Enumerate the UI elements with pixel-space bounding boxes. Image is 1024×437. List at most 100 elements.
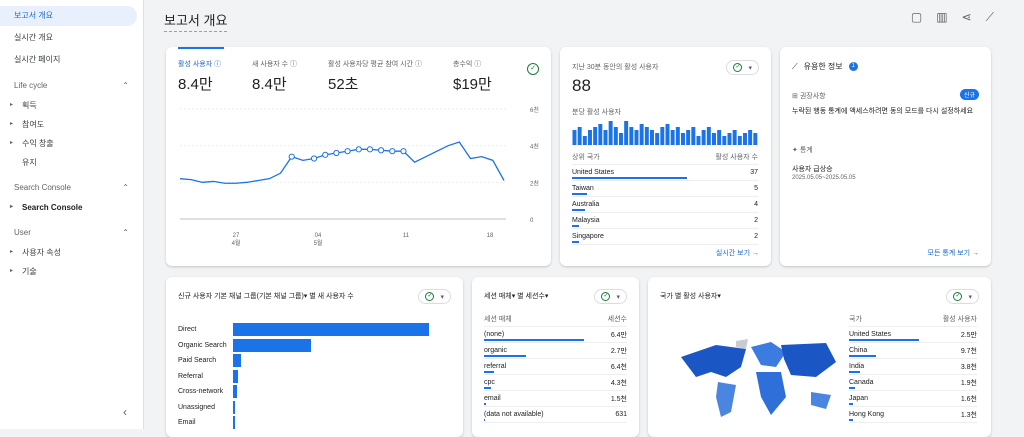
- nav-tech[interactable]: ▸ 기술: [0, 262, 143, 281]
- channel-title[interactable]: 신규 사용자 기본 채널 그룹(기본 채널 그룹)▾ 별 새 사용자 수: [178, 291, 354, 301]
- minute-bar: [572, 130, 577, 145]
- row-bar: [484, 371, 494, 373]
- row-bar: [849, 355, 877, 357]
- row-value: 5: [754, 185, 758, 192]
- channel-row[interactable]: Unassigned: [178, 400, 453, 416]
- channel-row[interactable]: Organic Search: [178, 338, 453, 354]
- row-value: 2: [754, 233, 758, 240]
- row-label: Singapore: [572, 233, 604, 240]
- data-point: [344, 148, 351, 155]
- metric-engagement-time[interactable]: 활성 사용자당 평균 참여 시간 ⓘ 52초: [328, 59, 422, 94]
- sidebar: 보고서 개요 실시간 개요 실시간 페이지 Life cycle ⌃ ▸ 획득 ▸ 참…: [0, 0, 144, 429]
- insight-text[interactable]: 누락된 행동 통계에 액세스하려면 동의 모드를 다시 설정하세요: [792, 107, 982, 117]
- collapse-icon[interactable]: ‹: [123, 405, 127, 419]
- table-row[interactable]: referral 6.4천: [484, 359, 627, 375]
- row-value: 1.3천: [960, 411, 977, 419]
- section-lifecycle[interactable]: Life cycle ⌃: [0, 76, 143, 96]
- row-value: 2.5만: [960, 331, 977, 339]
- status-dropdown[interactable]: ✓ ▾: [726, 60, 759, 75]
- table-row[interactable]: Canada 1.9천: [849, 375, 977, 391]
- row-bar: [484, 419, 485, 421]
- minute-bar: [743, 133, 747, 145]
- triangle-icon: ▸: [10, 102, 14, 108]
- status-dropdown[interactable]: ✓ ▾: [594, 289, 627, 304]
- metric-new-users[interactable]: 새 사용자 수 ⓘ 8.4만: [252, 59, 297, 94]
- row-bar: [484, 387, 491, 389]
- minute-bar: [701, 130, 706, 145]
- realtime-view-link[interactable]: 실시간 보기 →: [716, 248, 759, 258]
- nav-acquisition[interactable]: ▸ 획득: [0, 96, 143, 115]
- status-dropdown[interactable]: ✓ ▾: [418, 289, 451, 304]
- country-title[interactable]: 국가 별 활성 사용자▾: [660, 291, 721, 301]
- compare-icon[interactable]: ▥: [936, 10, 947, 25]
- nav-report-overview[interactable]: 보고서 개요: [0, 6, 137, 26]
- table-row[interactable]: Hong Kong 1.3천: [849, 407, 977, 423]
- channel-row[interactable]: Referral: [178, 369, 453, 385]
- channel-row[interactable]: Paid Search: [178, 353, 453, 369]
- table-row[interactable]: email 1.5천: [484, 391, 627, 407]
- share-icon[interactable]: ⋖: [962, 10, 972, 25]
- metric-revenue[interactable]: 총수익 ⓘ $19만: [453, 59, 492, 94]
- row-bar: [484, 339, 584, 341]
- session-card: 세션 매체▾ 별 세션수▾ ✓ ▾ 세션 매체 세션수 (none) 6.4만 orga…: [472, 277, 639, 437]
- channel-bar: [233, 354, 241, 368]
- table-row[interactable]: United States 2.5만: [849, 327, 977, 343]
- nav-realtime-overview[interactable]: 실시간 개요: [0, 28, 143, 48]
- nav-engagement[interactable]: ▸ 참여도: [0, 115, 143, 134]
- row-label: United States: [572, 169, 615, 176]
- row-value: 1.9천: [960, 379, 977, 387]
- chevron-up-icon: ⌃: [122, 81, 129, 90]
- country-card: 국가 별 활성 사용자▾ ✓ ▾ 국가 활성 사용자 United States 2.…: [648, 277, 991, 437]
- table-row[interactable]: Malaysia 2: [572, 213, 758, 229]
- all-insights-link[interactable]: 모든 통계 보기 →: [928, 248, 979, 258]
- nav-retention[interactable]: 유지: [0, 153, 143, 172]
- channel-row[interactable]: Email: [178, 415, 453, 431]
- nav-realtime-pages[interactable]: 실시간 페이지: [0, 50, 143, 70]
- section-user[interactable]: User ⌃: [0, 223, 143, 243]
- channel-card: 신규 사용자 기본 채널 그룹(기본 채널 그룹)▾ 별 새 사용자 수 ✓ ▾ …: [166, 277, 463, 437]
- channel-label: Paid Search: [178, 357, 217, 365]
- table-row[interactable]: Taiwan 5: [572, 181, 758, 197]
- channel-row[interactable]: Cross-network: [178, 384, 453, 400]
- data-point: [322, 151, 329, 158]
- insight-title[interactable]: 사용자 급상승: [792, 164, 833, 174]
- insights-badge: 1: [848, 62, 858, 71]
- minute-bar: [665, 124, 670, 145]
- table-row[interactable]: India 3.8천: [849, 359, 977, 375]
- table-row[interactable]: China 9.7천: [849, 343, 977, 359]
- nav-user-attributes[interactable]: ▸ 사용자 속성: [0, 243, 143, 262]
- row-label: India: [849, 363, 865, 370]
- row-label: Canada: [849, 379, 874, 386]
- insights-icon[interactable]: ⟋: [986, 10, 994, 25]
- section-search-console[interactable]: Search Console ⌃: [0, 178, 143, 198]
- minute-bar: [629, 127, 634, 145]
- edit-icon[interactable]: ▢: [911, 10, 922, 25]
- table-row[interactable]: organic 2.7만: [484, 343, 627, 359]
- row-bar: [849, 403, 854, 405]
- data-point: [366, 146, 374, 153]
- page-title: 보고서 개요: [164, 10, 228, 32]
- minute-bar: [644, 127, 649, 145]
- channel-row[interactable]: Direct: [178, 322, 453, 338]
- minute-bar: [737, 136, 742, 145]
- table-row[interactable]: Japan 1.6천: [849, 391, 977, 407]
- row-bar: [572, 241, 579, 243]
- table-row[interactable]: (data not available) 631: [484, 407, 627, 423]
- minute-bar: [691, 127, 696, 145]
- table-row[interactable]: Singapore 2: [572, 229, 758, 245]
- metric-active-users[interactable]: 활성 사용자 ⓘ 8.4만: [178, 59, 221, 94]
- status-dropdown[interactable]: ✓ ▾: [946, 289, 979, 304]
- y-tick-label: 0: [530, 218, 534, 224]
- row-value: 6.4만: [610, 331, 627, 339]
- nav-search-console[interactable]: ▸ Search Console: [0, 198, 143, 217]
- nav-monetization[interactable]: ▸ 수익 창출: [0, 134, 143, 153]
- session-title[interactable]: 세션 매체▾ 별 세션수▾: [484, 291, 548, 301]
- table-row[interactable]: Australia 4: [572, 197, 758, 213]
- row-label: cpc: [484, 379, 495, 386]
- table-row[interactable]: cpc 4.3천: [484, 375, 627, 391]
- metrics-card: 활성 사용자 ⓘ 8.4만 새 사용자 수 ⓘ 8.4만 활성 사용자당 평균 참여…: [166, 47, 551, 266]
- table-row[interactable]: United States 37: [572, 165, 758, 181]
- table-row[interactable]: (none) 6.4만: [484, 327, 627, 343]
- check-icon[interactable]: ✓: [527, 63, 539, 75]
- row-value: 37: [750, 169, 758, 176]
